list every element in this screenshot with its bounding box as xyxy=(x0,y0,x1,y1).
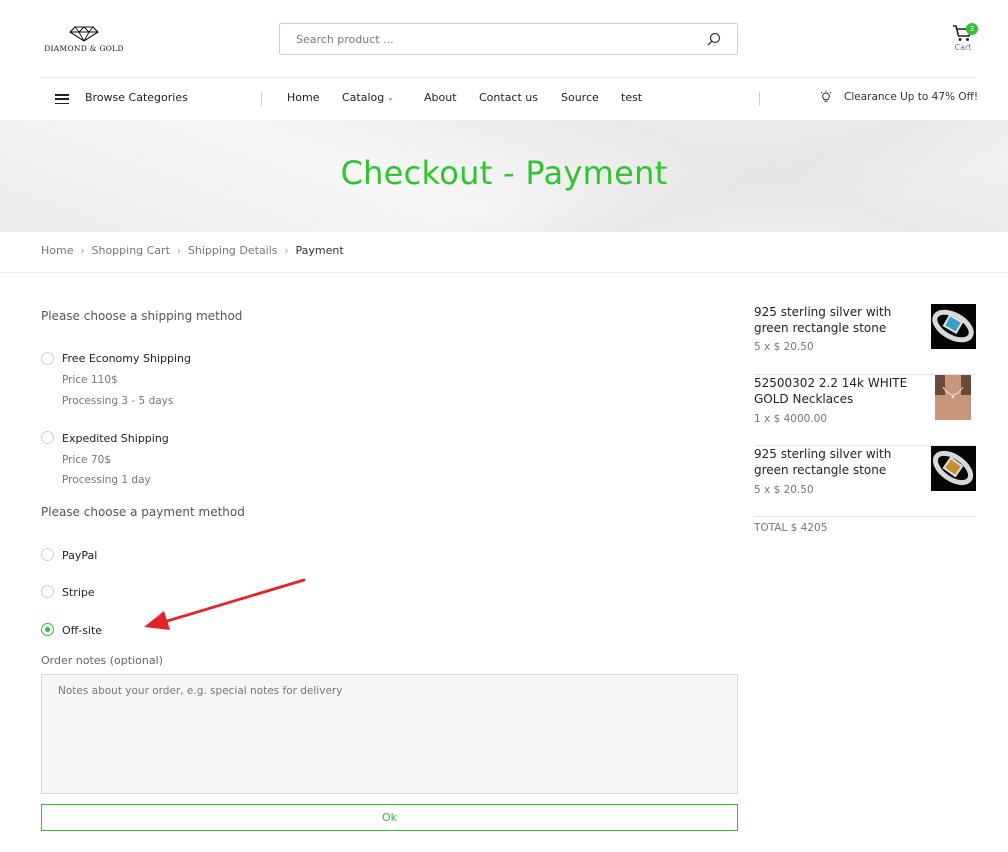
summary-item-qty: 1 x $ 4000.00 xyxy=(754,413,828,425)
cart-button[interactable]: 3 Cart xyxy=(950,23,978,52)
summary-item-name[interactable]: 925 sterling silver with green rectangle… xyxy=(754,446,914,478)
breadcrumb: Home › Shopping Cart › Shipping Details › Paym… xyxy=(41,244,344,257)
lightbulb-icon xyxy=(820,90,832,102)
summary-item-name[interactable]: 925 sterling silver with green rectangle… xyxy=(754,304,914,336)
shipping-label-free-economy[interactable]: Free Economy Shipping xyxy=(62,352,191,365)
nav-source[interactable]: Source xyxy=(561,91,599,104)
necklace-image-icon xyxy=(931,375,976,420)
summary-item[interactable]: 925 sterling silver with green rectangle… xyxy=(754,304,976,375)
product-thumbnail[interactable] xyxy=(931,375,976,420)
browse-categories[interactable]: Browse Categories xyxy=(85,91,188,104)
payment-title: Please choose a payment method xyxy=(41,505,245,519)
shipping-radio-expedited[interactable] xyxy=(41,431,54,444)
promo-text[interactable]: Clearance Up to 47% Off! xyxy=(844,91,978,103)
hero-banner: Checkout - Payment xyxy=(0,120,1008,232)
menu-icon[interactable] xyxy=(55,94,69,105)
chevron-right-icon: › xyxy=(284,246,289,257)
logo-text: DIAMOND & GOLD xyxy=(44,44,124,53)
payment-label-offsite[interactable]: Off-site xyxy=(62,624,102,637)
shipping-label-expedited[interactable]: Expedited Shipping xyxy=(62,432,169,445)
ring-image-icon xyxy=(931,304,976,349)
main-nav: Browse Categories Home Catalog ⌄ About Co… xyxy=(0,78,1008,120)
breadcrumb-divider xyxy=(0,272,1008,273)
breadcrumb-home[interactable]: Home xyxy=(41,244,73,257)
order-notes-label: Order notes (optional) xyxy=(41,654,163,667)
search-icon[interactable] xyxy=(707,32,721,46)
nav-catalog-label: Catalog xyxy=(342,91,385,104)
search-box xyxy=(279,23,738,55)
order-notes-textarea[interactable] xyxy=(41,674,738,794)
summary-item-qty: 5 x $ 20.50 xyxy=(754,484,814,496)
page-title: Checkout - Payment xyxy=(340,154,668,192)
search-input[interactable] xyxy=(280,24,680,54)
summary-item-name[interactable]: 52500302 2.2 14k WHITE GOLD Necklaces xyxy=(754,375,914,407)
order-total: TOTAL $ 4205 xyxy=(754,522,828,534)
payment-radio-stripe[interactable] xyxy=(41,585,54,598)
nav-contact[interactable]: Contact us xyxy=(479,91,538,104)
payment-radio-offsite[interactable] xyxy=(41,623,54,636)
shipping-price: Price 110$ xyxy=(62,374,118,386)
payment-label-paypal[interactable]: PayPal xyxy=(62,549,97,562)
payment-radio-paypal[interactable] xyxy=(41,548,54,561)
site-logo[interactable]: DIAMOND & GOLD xyxy=(44,26,124,54)
nav-divider xyxy=(261,92,262,106)
chevron-down-icon: ⌄ xyxy=(387,93,394,102)
breadcrumb-shopping-cart[interactable]: Shopping Cart xyxy=(91,244,169,257)
cart-label: Cart xyxy=(954,43,972,52)
shipping-title: Please choose a shipping method xyxy=(41,309,243,323)
nav-catalog[interactable]: Catalog ⌄ xyxy=(342,91,394,104)
cart-count-badge: 3 xyxy=(966,23,978,35)
nav-about[interactable]: About xyxy=(424,91,457,104)
shipping-processing: Processing 1 day xyxy=(62,474,151,486)
nav-test[interactable]: test xyxy=(621,91,642,104)
product-thumbnail[interactable] xyxy=(931,304,976,349)
annotation-arrow-icon xyxy=(144,578,306,630)
breadcrumb-payment: Payment xyxy=(295,244,344,257)
breadcrumb-shipping-details[interactable]: Shipping Details xyxy=(188,244,278,257)
shipping-price: Price 70$ xyxy=(62,454,111,466)
shipping-radio-free-economy[interactable] xyxy=(41,352,54,365)
summary-item[interactable]: 925 sterling silver with green rectangle… xyxy=(754,446,976,517)
chevron-right-icon: › xyxy=(176,246,181,257)
nav-divider xyxy=(759,92,760,106)
chevron-right-icon: › xyxy=(80,246,85,257)
summary-item-qty: 5 x $ 20.50 xyxy=(754,341,814,353)
summary-item[interactable]: 52500302 2.2 14k WHITE GOLD Necklaces 1 … xyxy=(754,375,976,446)
diamond-icon xyxy=(69,26,99,42)
payment-label-stripe[interactable]: Stripe xyxy=(62,586,95,599)
product-thumbnail[interactable] xyxy=(931,446,976,491)
shipping-processing: Processing 3 - 5 days xyxy=(62,395,174,407)
nav-home[interactable]: Home xyxy=(287,91,319,104)
ok-button[interactable]: Ok xyxy=(41,804,738,831)
ring-image-icon xyxy=(931,446,976,491)
